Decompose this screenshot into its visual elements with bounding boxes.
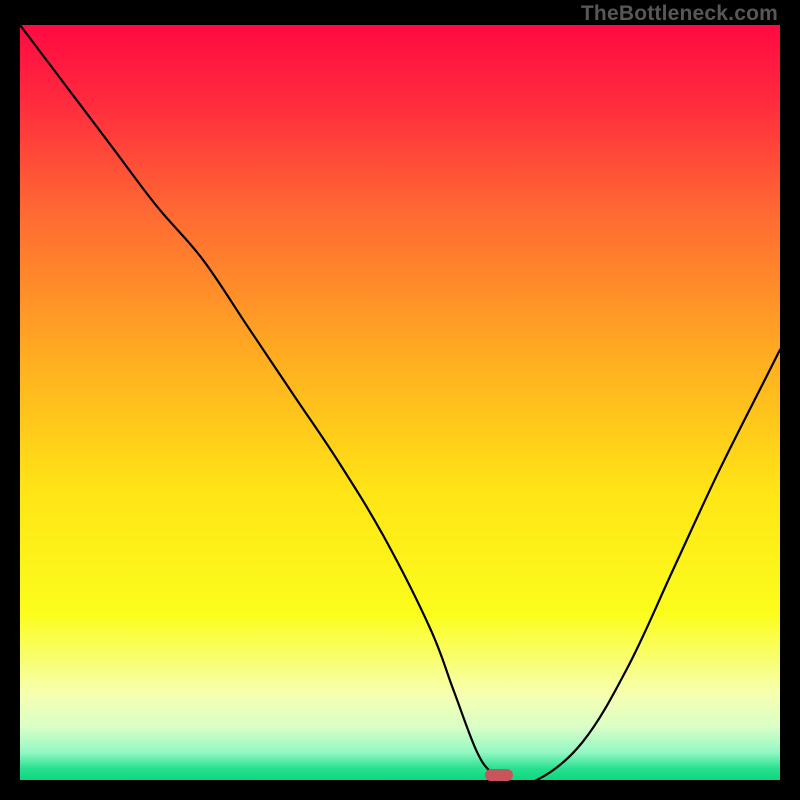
chart-container: TheBottleneck.com [0,0,800,800]
optimal-marker [485,769,513,781]
watermark-text: TheBottleneck.com [581,2,778,26]
plot-area [20,25,780,780]
gradient-background [20,25,780,780]
